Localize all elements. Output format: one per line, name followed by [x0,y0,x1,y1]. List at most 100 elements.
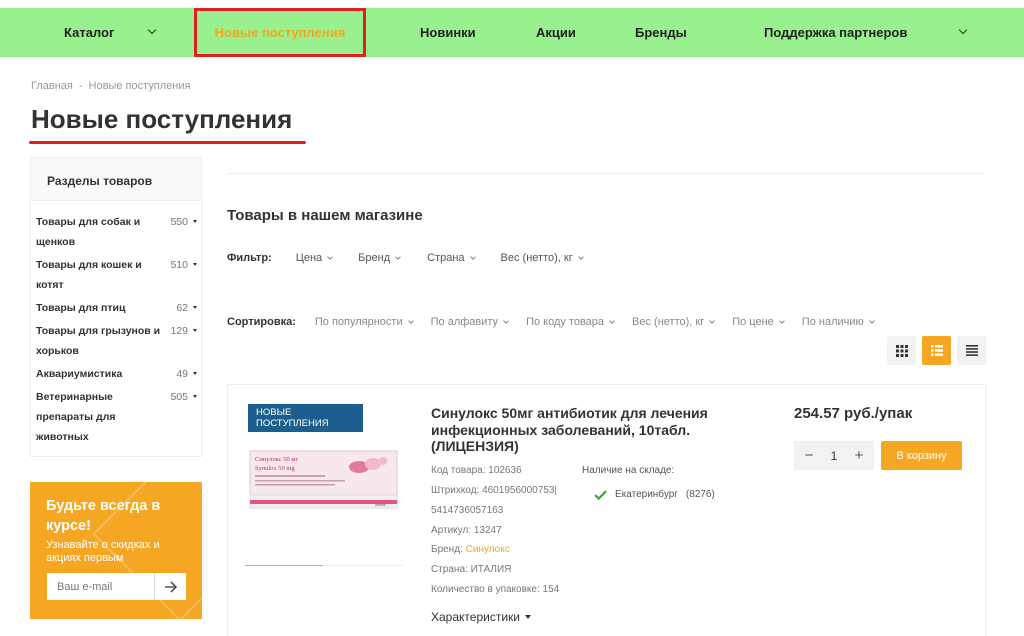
caret-down-icon[interactable] [193,306,197,309]
sort-popularity[interactable]: По популярности [314,316,414,328]
email-field[interactable] [47,573,154,600]
sidebar-item-rodents[interactable]: Товары для грызунов и хорьков 129 [36,321,200,361]
product-barcode-1: Штрихкод: 4601956000753| [431,485,558,496]
chevron-down-icon [395,254,401,260]
view-grid-button[interactable] [887,336,916,365]
chevron-down-icon [709,318,716,324]
characteristics-toggle[interactable]: Характеристики [431,610,531,624]
caret-down-icon[interactable] [193,220,197,223]
page-title: Новые поступления [31,104,293,134]
product-price: 254.57 руб./упак [794,405,913,422]
availability-row: Екатеринбург (8276) [594,489,715,500]
product-image[interactable]: Синулокс 50 мг Synulox 50 mg zoetis [249,445,399,518]
chevron-down-icon[interactable] [958,25,968,35]
nav-novelties[interactable]: Новинки [420,8,476,57]
section-title: Товары в нашем магазине [227,207,423,224]
sidebar-item-label: Товары для птиц [36,302,126,314]
filter-option-label: Вес (нетто), кг [500,252,573,264]
sidebar-item-cats[interactable]: Товары для кошек и котят 510 [36,255,200,295]
breadcrumb-home[interactable]: Главная [31,80,73,92]
nav-brands-label: Бренды [635,25,687,40]
chevron-down-icon [577,254,584,260]
sort-code[interactable]: По коду товара [526,316,615,328]
image-slider-active [245,565,323,566]
chevron-down-icon[interactable] [147,25,157,35]
view-list-button[interactable] [922,336,951,365]
caret-down-icon[interactable] [193,263,197,266]
product-barcode-2: 5414736057163 [431,505,504,516]
product-pack-qty: Количество в упаковке: 154 [431,584,560,595]
sort-alphabet[interactable]: По алфавиту [430,316,509,328]
product-title[interactable]: Синулокс 50мг антибиотик для лечения инф… [431,405,741,455]
sidebar-item-label: Ветеринарные препараты для животных [36,391,116,443]
table-icon [965,345,978,356]
nav-new-arrivals[interactable]: Новые поступления [194,8,366,57]
quantity-value[interactable]: 1 [831,449,838,463]
sidebar-item-count: 505 [170,391,188,403]
list-icon [930,345,943,356]
breadcrumb-current: Новые поступления [88,80,191,92]
chevron-down-icon [469,254,476,260]
chevron-down-icon [868,318,875,324]
filter-bar: Фильтр: Цена Бренд Страна Вес (нетто), к… [227,252,584,264]
caret-down-icon[interactable] [193,372,197,375]
sort-price[interactable]: По цене [732,316,785,328]
sidebar-item-aquarium[interactable]: Аквариумистика 49 [36,364,200,384]
filter-option-label: Цена [295,252,323,264]
nav-catalog-label: Каталог [64,25,115,40]
sidebar-item-dogs[interactable]: Товары для собак и щенков 550 [36,212,200,252]
sort-availability[interactable]: По наличию [802,316,875,328]
sort-option-label: По коду товара [526,316,605,328]
sidebar-item-veterinary[interactable]: Ветеринарные препараты для животных 505 [36,387,200,447]
product-code: Код товара: 102636 [431,465,522,476]
nav-promotions[interactable]: Акции [536,8,576,57]
subscribe-submit-button[interactable] [154,573,186,600]
sidebar-item-label: Товары для собак и щенков [36,216,141,248]
sort-option-label: Вес (нетто), кг [632,316,705,328]
characteristics-label: Характеристики [431,610,520,624]
filter-weight[interactable]: Вес (нетто), кг [500,252,584,264]
chevron-down-icon [407,318,414,324]
chevron-down-icon [327,254,334,260]
subscribe-title: Будьте всегда в курсе! [46,498,161,534]
quantity-plus-button[interactable]: + [852,447,866,464]
warehouse-name: Екатеринбург [615,489,678,500]
nav-partner-support[interactable]: Поддержка партнеров [764,8,907,57]
filter-price[interactable]: Цена [295,252,334,264]
product-brand-link[interactable]: Синулокс [466,544,510,555]
sidebar-item-birds[interactable]: Товары для птиц 62 [36,298,200,318]
filter-option-label: Страна [427,252,465,264]
filter-country[interactable]: Страна [427,252,476,264]
availability-label: Наличие на складе: [582,465,675,476]
nav-partner-support-label: Поддержка партнеров [764,25,908,40]
filter-option-label: Бренд [358,252,391,264]
caret-down-icon[interactable] [193,395,197,398]
sort-option-label: По алфавиту [430,316,499,328]
sort-label: Сортировка: [227,316,296,328]
view-table-button[interactable] [957,336,986,365]
sidebar-item-count: 62 [176,302,188,314]
sort-weight[interactable]: Вес (нетто), кг [632,316,716,328]
sort-bar: Сортировка: По популярности По алфавиту … [227,316,875,328]
grid-icon [895,344,908,357]
nav-brands[interactable]: Бренды [635,8,687,57]
product-brand-label: Бренд: [431,544,466,555]
add-to-cart-button[interactable]: В корзину [881,441,962,470]
product-brand-line: Бренд: Синулокс [431,544,510,555]
sidebar-item-count: 550 [170,216,188,228]
chevron-down-icon [503,318,509,324]
arrow-right-icon [164,580,177,593]
filter-brand[interactable]: Бренд [358,252,401,264]
breadcrumb-separator: - [78,80,83,92]
sort-option-label: По популярности [314,316,403,328]
subscribe-block: Будьте всегда в курсе! Узнавайте о скидк… [30,482,202,619]
quantity-minus-button[interactable]: − [802,447,816,464]
sidebar-title: Разделы товаров [31,158,201,201]
sort-option-label: По цене [732,316,774,328]
image-slider-indicator[interactable] [245,565,403,566]
nav-new-arrivals-label: Новые поступления [214,25,346,40]
nav-promotions-label: Акции [536,25,576,40]
caret-down-icon[interactable] [193,329,197,332]
breadcrumb: Главная - Новые поступления [31,80,190,92]
nav-catalog[interactable]: Каталог [64,8,114,57]
